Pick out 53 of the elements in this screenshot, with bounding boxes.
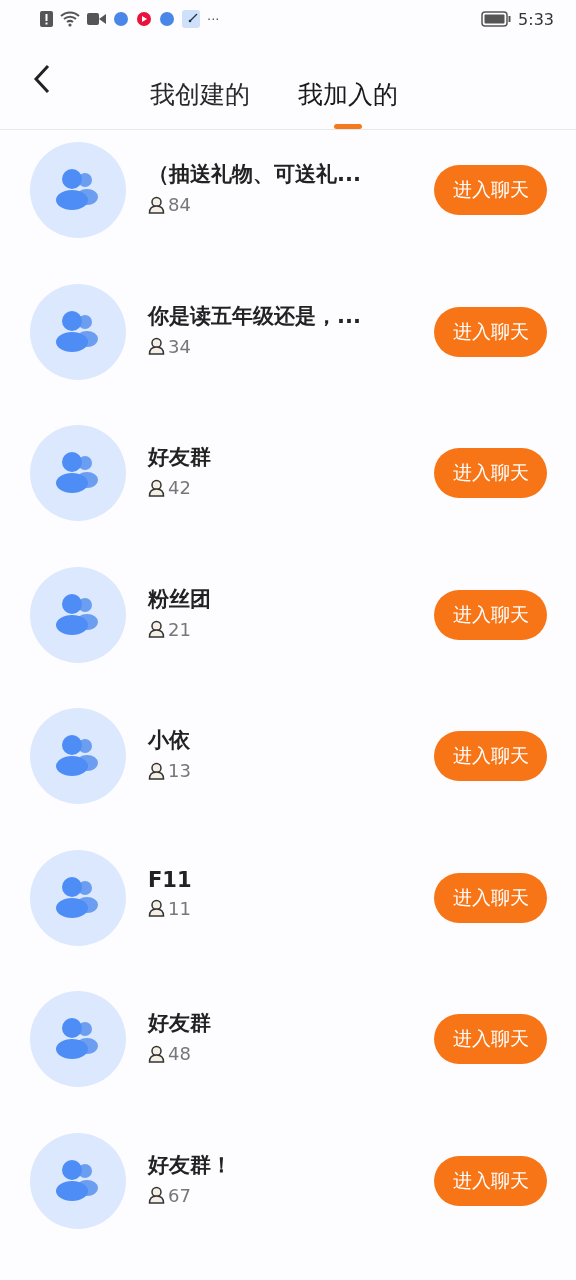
app-icon	[113, 11, 129, 27]
more-notifications: ···	[207, 11, 220, 27]
group-icon	[55, 874, 101, 921]
group-name: F11	[148, 867, 193, 892]
enter-chat-button[interactable]: 进入聊天	[434, 589, 547, 640]
member-count: 11	[168, 897, 191, 919]
enter-chat-button[interactable]: 进入聊天	[434, 1155, 547, 1206]
group-name: 好友群	[148, 1010, 212, 1037]
person-icon	[148, 620, 165, 638]
group-name: 小依	[148, 727, 191, 754]
video-camera-icon	[87, 12, 106, 26]
group-name: 好友群	[148, 444, 212, 471]
member-count: 67	[168, 1184, 191, 1206]
group-icon	[55, 1016, 101, 1062]
group-name: （抽送礼物、可送礼...	[148, 161, 362, 188]
member-count: 13	[168, 760, 191, 781]
member-count: 84	[168, 194, 191, 215]
person-icon	[148, 761, 165, 780]
enter-chat-button[interactable]: 进入聊天	[434, 306, 547, 357]
enter-chat-button[interactable]: 进入聊天	[434, 1014, 547, 1064]
group-name: 好友群！	[148, 1151, 233, 1179]
member-count: 34	[168, 335, 191, 357]
group-icon	[55, 450, 101, 496]
app-icon	[159, 11, 175, 27]
group-icon	[55, 1157, 101, 1204]
tab[interactable]: 我加入的	[298, 70, 398, 129]
person-icon	[148, 337, 165, 355]
app-icon	[182, 10, 200, 28]
group-name: 粉丝团	[148, 585, 212, 613]
play-icon	[136, 11, 152, 27]
group-name: 你是读五年级还是，...	[148, 302, 362, 330]
person-icon	[148, 899, 165, 917]
person-icon	[148, 1186, 165, 1204]
enter-chat-button[interactable]: 进入聊天	[434, 448, 547, 498]
person-icon	[148, 1044, 165, 1063]
person-icon	[148, 195, 165, 214]
enter-chat-button[interactable]: 进入聊天	[434, 165, 547, 215]
member-count: 48	[168, 1043, 191, 1064]
group-icon	[55, 733, 101, 779]
person-icon	[148, 478, 165, 497]
enter-chat-button[interactable]: 进入聊天	[434, 872, 547, 923]
enter-chat-button[interactable]: 进入聊天	[434, 731, 547, 781]
member-count: 42	[168, 477, 191, 498]
clock-time: 5:33	[518, 9, 554, 29]
battery-icon	[481, 11, 512, 27]
tab[interactable]: 我创建的	[150, 70, 250, 129]
group-icon	[55, 308, 101, 355]
wifi-icon	[60, 11, 80, 27]
group-icon	[55, 167, 101, 213]
group-icon	[55, 591, 101, 638]
back-icon[interactable]	[32, 62, 52, 95]
member-count: 21	[168, 618, 191, 640]
alert-icon	[40, 11, 53, 27]
